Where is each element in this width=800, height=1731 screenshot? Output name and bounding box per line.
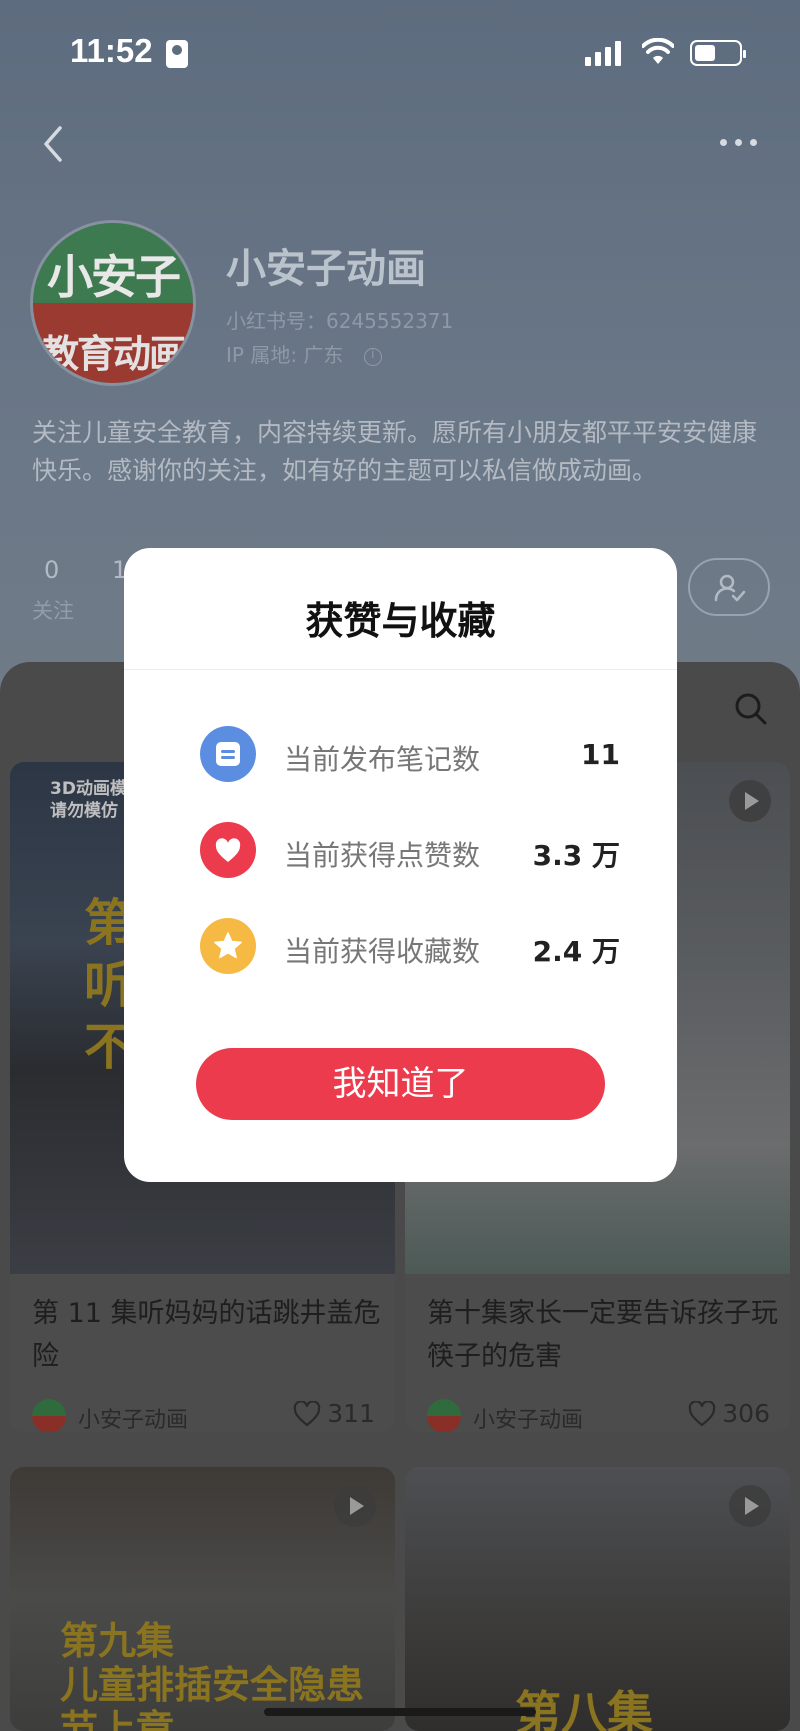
note-card[interactable]: 第九集 儿童排插安全隐患 节上章 bbox=[10, 1467, 395, 1731]
wifi-icon bbox=[642, 38, 674, 64]
profile-ip-text: IP 属地: 广东 bbox=[226, 343, 344, 367]
user-check-icon bbox=[714, 574, 746, 602]
heart-icon bbox=[200, 822, 256, 878]
author-avatar bbox=[427, 1399, 461, 1432]
like-count: 306 bbox=[722, 1399, 770, 1428]
likes-count-value: 3.3 万 bbox=[532, 839, 620, 872]
status-bar: 11:52 bbox=[0, 0, 800, 100]
likes-count-label: 当前获得点赞数 bbox=[284, 839, 481, 872]
notes-count-value: 11 bbox=[581, 738, 620, 771]
id-card-icon bbox=[166, 40, 188, 68]
follow-label[interactable]: 关注 bbox=[32, 595, 74, 625]
note-author: 小安子动画 bbox=[473, 1408, 584, 1432]
likes-count-row: 当前获得点赞数 3.3 万 bbox=[200, 822, 620, 878]
profile-id: 小红书号：6245552371 bbox=[226, 309, 454, 333]
profile-ip-location: IP 属地: 广东 bbox=[226, 339, 382, 368]
dialog-title: 获赞与收藏 bbox=[305, 599, 496, 643]
follow-status-button[interactable] bbox=[688, 558, 770, 616]
like-count: 311 bbox=[327, 1399, 375, 1428]
cover-caption-small: 3D动画模 请勿模仿 bbox=[50, 779, 127, 821]
home-indicator[interactable] bbox=[264, 1708, 536, 1716]
favorites-count-row: 当前获得收藏数 2.4 万 bbox=[200, 918, 620, 974]
profile-name: 小安子动画 bbox=[226, 246, 426, 292]
note-title: 第 11 集听妈妈的话跳井盖危险 bbox=[32, 1298, 381, 1372]
cover-caption: 第八集 bbox=[515, 1686, 653, 1731]
avatar-line2: 教育动画 bbox=[40, 332, 187, 376]
avatar[interactable]: 小安子 教育动画 bbox=[30, 220, 196, 386]
profile-bio: 关注儿童安全教育，内容持续更新。愿所有小朋友都平平安安健康快乐。感谢你的关注，如… bbox=[32, 418, 758, 485]
more-options-icon[interactable] bbox=[720, 130, 764, 154]
heart-outline-icon bbox=[294, 1400, 321, 1426]
note-card[interactable]: 第八集 bbox=[405, 1467, 790, 1731]
follow-count[interactable]: 0 bbox=[44, 556, 59, 584]
battery-icon bbox=[690, 40, 746, 66]
like-button[interactable]: 311 bbox=[293, 1399, 375, 1428]
favorites-count-value: 2.4 万 bbox=[532, 935, 620, 968]
likes-favorites-dialog: 获赞与收藏 当前发布笔记数 11 当前获得点赞数 3.3 万 当前获得收藏数 2… bbox=[124, 548, 677, 1182]
heart-outline-icon bbox=[689, 1400, 716, 1426]
notes-count-row: 当前发布笔记数 11 bbox=[200, 726, 620, 782]
star-icon bbox=[200, 918, 256, 974]
back-arrow-icon[interactable] bbox=[36, 122, 76, 166]
info-icon[interactable] bbox=[363, 347, 382, 366]
avatar-line1: 小安子 bbox=[47, 250, 181, 304]
note-icon bbox=[200, 726, 256, 782]
notes-count-label: 当前发布笔记数 bbox=[284, 743, 481, 776]
favorites-count-label: 当前获得收藏数 bbox=[284, 935, 481, 968]
video-play-icon bbox=[334, 1485, 376, 1527]
video-play-icon bbox=[729, 1485, 771, 1527]
like-button[interactable]: 306 bbox=[688, 1399, 770, 1428]
got-it-button[interactable]: 我知道了 bbox=[196, 1048, 605, 1120]
signal-icon bbox=[585, 40, 621, 66]
note-author: 小安子动画 bbox=[78, 1408, 189, 1432]
author-avatar bbox=[32, 1399, 66, 1432]
video-play-icon bbox=[729, 780, 771, 822]
search-icon[interactable] bbox=[734, 692, 768, 726]
dialog-divider bbox=[124, 669, 677, 670]
note-title: 第十集家长一定要告诉孩子玩筷子的危害 bbox=[427, 1298, 778, 1372]
status-time: 11:52 bbox=[70, 32, 153, 69]
